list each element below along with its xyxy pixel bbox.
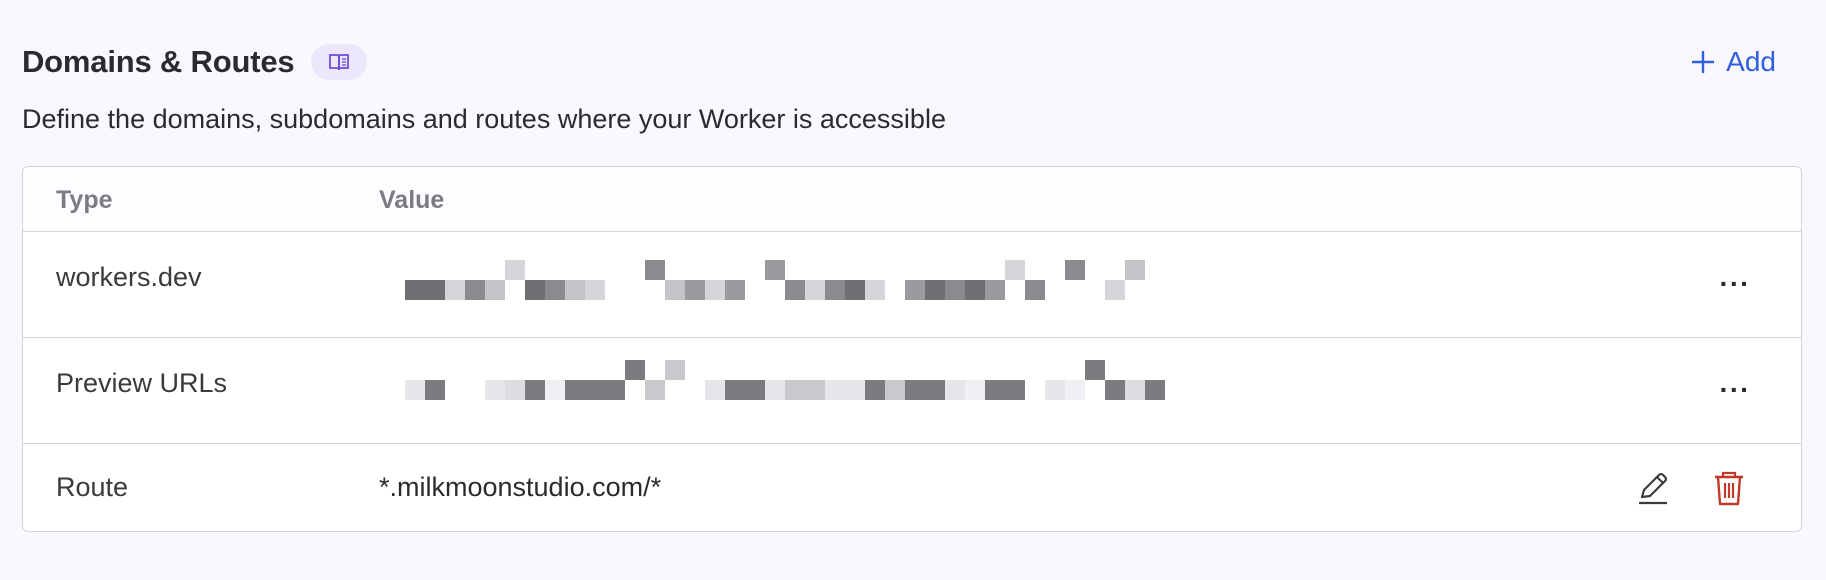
redaction-pixel: [525, 280, 545, 300]
redaction-pixel: [985, 280, 1005, 300]
redaction-pixel: [445, 280, 465, 300]
redaction-pixel: [425, 280, 445, 300]
redaction-pixel: [765, 260, 785, 280]
more-icon: ···: [1719, 268, 1751, 299]
redaction-pixel: [565, 380, 585, 400]
redaction-pixel: [825, 380, 845, 400]
section-title: Domains & Routes: [22, 44, 295, 79]
redaction-pixel: [1105, 280, 1125, 300]
table-row: Preview URLs ···: [23, 338, 1801, 444]
redaction-pixel: [945, 380, 965, 400]
section-description: Define the domains, subdomains and route…: [22, 104, 946, 134]
redaction-pixel: [845, 380, 865, 400]
redaction-pixel: [845, 280, 865, 300]
redaction-pixel: [905, 380, 925, 400]
redaction-pixel: [505, 380, 525, 400]
redaction-pixel: [905, 280, 925, 300]
book-open-icon: [329, 54, 350, 71]
redaction-pixel: [925, 380, 945, 400]
redaction-pixel: [1125, 260, 1145, 280]
redaction-pixel: [645, 380, 665, 400]
redaction-pixel: [805, 380, 825, 400]
redaction-pixel: [425, 380, 445, 400]
redacted-value: [405, 360, 1185, 400]
redaction-pixel: [1125, 380, 1145, 400]
redaction-pixel: [405, 380, 425, 400]
redaction-pixel: [985, 380, 1005, 400]
table-header: Type Value: [23, 167, 1801, 232]
redacted-value: [405, 260, 1185, 300]
column-header-type: Type: [56, 186, 113, 214]
docs-link-badge[interactable]: [311, 44, 368, 80]
row-type-route: Route: [56, 472, 129, 502]
column-header-value: Value: [379, 186, 445, 214]
more-options-button[interactable]: ···: [1715, 266, 1755, 302]
more-icon: ···: [1719, 374, 1751, 405]
redaction-pixel: [865, 380, 885, 400]
redaction-pixel: [765, 380, 785, 400]
redaction-pixel: [1145, 380, 1165, 400]
trash-icon: [1715, 471, 1743, 506]
redaction-pixel: [1005, 260, 1025, 280]
redaction-pixel: [665, 280, 685, 300]
pencil-icon: [1639, 472, 1668, 505]
redaction-pixel: [1005, 380, 1025, 400]
redaction-pixel: [965, 280, 985, 300]
redaction-pixel: [865, 280, 885, 300]
redaction-pixel: [525, 380, 545, 400]
add-button-label: Add: [1726, 46, 1776, 77]
table-row: workers.dev ···: [23, 232, 1801, 338]
redaction-pixel: [745, 380, 765, 400]
redaction-pixel: [785, 380, 805, 400]
more-options-button[interactable]: ···: [1715, 372, 1755, 408]
redaction-pixel: [705, 280, 725, 300]
redaction-pixel: [725, 280, 745, 300]
redaction-pixel: [645, 260, 665, 280]
redaction-pixel: [1065, 260, 1085, 280]
row-type-preview-urls: Preview URLs: [56, 368, 228, 398]
redaction-pixel: [885, 380, 905, 400]
redaction-pixel: [725, 380, 745, 400]
redaction-pixel: [625, 360, 645, 380]
redaction-pixel: [1045, 380, 1065, 400]
redaction-pixel: [485, 280, 505, 300]
table-row: Route *.milkmoonstudio.com/*: [23, 444, 1801, 531]
redaction-pixel: [665, 360, 685, 380]
redaction-pixel: [485, 380, 505, 400]
redaction-pixel: [605, 380, 625, 400]
redaction-pixel: [825, 280, 845, 300]
redaction-pixel: [505, 260, 525, 280]
redaction-pixel: [805, 280, 825, 300]
row-type-workers-dev: workers.dev: [56, 262, 202, 292]
redaction-pixel: [1065, 380, 1085, 400]
redaction-pixel: [705, 380, 725, 400]
redaction-pixel: [585, 280, 605, 300]
plus-icon: [1692, 51, 1715, 73]
redaction-pixel: [545, 380, 565, 400]
section-header: Domains & Routes: [22, 38, 368, 86]
redaction-pixel: [785, 280, 805, 300]
routes-table: Type Value workers.dev ··· Preview URLs …: [22, 166, 1802, 532]
redaction-pixel: [925, 280, 945, 300]
redaction-pixel: [565, 280, 585, 300]
redaction-pixel: [1105, 380, 1125, 400]
redaction-pixel: [1025, 280, 1045, 300]
add-button[interactable]: Add: [1690, 42, 1776, 82]
redaction-pixel: [405, 280, 425, 300]
redaction-pixel: [465, 280, 485, 300]
route-value: *.milkmoonstudio.com/*: [379, 472, 662, 502]
delete-route-button[interactable]: [1709, 468, 1749, 508]
redaction-pixel: [545, 280, 565, 300]
redaction-pixel: [1085, 360, 1105, 380]
edit-route-button[interactable]: [1633, 468, 1673, 508]
redaction-pixel: [945, 280, 965, 300]
redaction-pixel: [685, 280, 705, 300]
redaction-pixel: [585, 380, 605, 400]
redaction-pixel: [965, 380, 985, 400]
